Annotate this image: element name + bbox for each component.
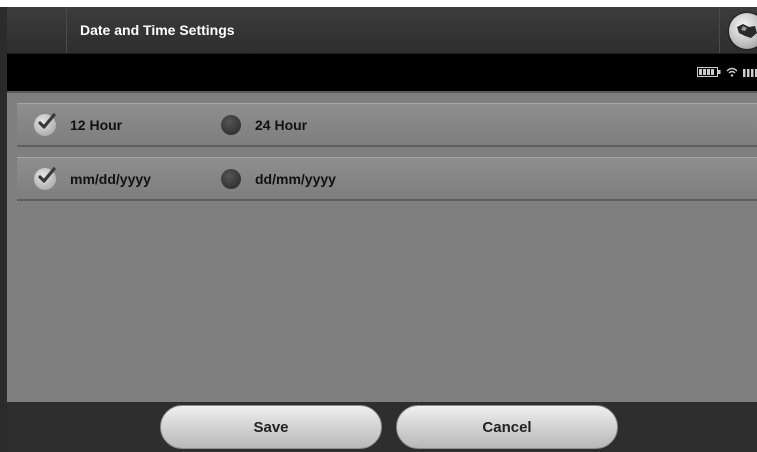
checkmark-icon — [34, 113, 56, 136]
option-label: 24 Hour — [255, 117, 308, 133]
option-mm-dd-yyyy[interactable]: mm/dd/yyyy — [34, 158, 151, 200]
battery-icon — [697, 67, 721, 77]
signal-icon — [743, 69, 757, 77]
option-label: dd/mm/yyyy — [255, 171, 336, 187]
footer-bar: Save Cancel — [7, 402, 757, 452]
device-screen: Date and Time Settings 12 Hour 24 Hour m… — [0, 7, 757, 452]
option-label: mm/dd/yyyy — [70, 171, 151, 187]
save-button[interactable]: Save — [160, 405, 382, 449]
option-label: 12 Hour — [70, 117, 123, 133]
title-separator-right — [719, 7, 720, 53]
page-title: Date and Time Settings — [80, 22, 235, 38]
date-format-row: mm/dd/yyyy dd/mm/yyyy — [17, 157, 757, 201]
radio-unselected-icon — [221, 169, 241, 189]
cancel-button[interactable]: Cancel — [396, 405, 618, 449]
option-24-hour[interactable]: 24 Hour — [221, 104, 307, 146]
title-bar: Date and Time Settings — [7, 7, 757, 54]
time-format-row: 12 Hour 24 Hour — [17, 103, 757, 147]
settings-panel: 12 Hour 24 Hour mm/dd/yyyy dd/mm/yyyy — [7, 91, 757, 402]
option-dd-mm-yyyy[interactable]: dd/mm/yyyy — [221, 158, 336, 200]
option-12-hour[interactable]: 12 Hour — [34, 104, 122, 146]
status-icons — [697, 66, 757, 78]
wifi-icon — [726, 67, 738, 77]
globe-icon[interactable] — [729, 13, 757, 49]
status-bar — [7, 54, 757, 91]
title-separator — [66, 7, 67, 53]
checkmark-icon — [34, 167, 56, 190]
radio-unselected-icon — [221, 115, 241, 135]
